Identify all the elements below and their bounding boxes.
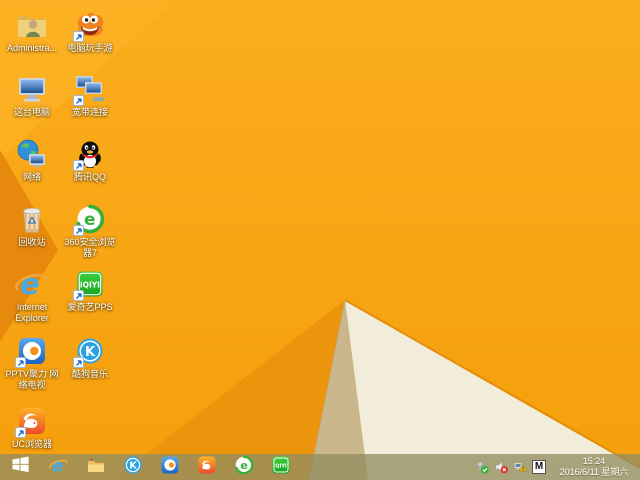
taskbar-uc-button[interactable] — [188, 454, 225, 480]
icon-label: PPTV聚力 网络电视 — [5, 369, 59, 390]
icon-label: 回收站 — [18, 237, 46, 247]
computer-icon — [15, 72, 49, 106]
user-folder-icon — [15, 8, 49, 42]
desktop-icon-administrator[interactable]: Administra... — [3, 8, 61, 54]
ime-mode-indicator[interactable]: M — [532, 460, 546, 474]
icon-label: 网络 — [22, 172, 41, 182]
taskbar-kugou-button[interactable]: K — [114, 454, 151, 480]
svg-text:e: e — [84, 210, 96, 230]
safely-remove-hardware-icon[interactable] — [475, 460, 489, 474]
windows-logo-icon — [11, 455, 30, 479]
system-tray: M 15:24 2016/6/11 星期六 — [475, 456, 640, 478]
icon-label: 这台电脑 — [13, 107, 50, 117]
desktop-icon-pptv[interactable]: PPTV聚力 网络电视 — [3, 334, 61, 391]
pptv-icon — [160, 455, 180, 480]
clock-date: 2016/6/11 星期六 — [559, 467, 629, 477]
shortcut-arrow-icon — [73, 95, 84, 106]
iqiyi-icon: iQIYI — [73, 267, 107, 301]
kugou-icon: K — [73, 334, 107, 368]
taskbar-ie-button[interactable]: e — [40, 454, 77, 480]
icon-label: 酷狗音乐 — [71, 369, 108, 379]
desktop-icon-network[interactable]: 网络 — [3, 137, 61, 183]
volume-muted-icon[interactable] — [494, 460, 508, 474]
shortcut-arrow-icon — [73, 31, 84, 42]
desktop-icon-qq[interactable]: 腾讯QQ — [61, 137, 119, 183]
start-button[interactable] — [0, 454, 40, 480]
desktop-screen: Administra... 这台电脑 网络 回收站 e Internet Exp… — [0, 0, 640, 480]
network-globe-icon — [15, 137, 49, 171]
desktop-icon-this-pc[interactable]: 这台电脑 — [3, 72, 61, 118]
desktop-icon-recycle-bin[interactable]: 回收站 — [3, 202, 61, 248]
clock-time: 15:24 — [582, 456, 606, 466]
shortcut-arrow-icon — [15, 357, 26, 368]
taskbar: e K e QIYI M 15:24 2016/6/11 星期六 — [0, 454, 640, 480]
icon-label: UC浏览器 — [12, 439, 52, 449]
icon-label: 360安全浏览器7 — [64, 237, 116, 258]
shortcut-arrow-icon — [15, 427, 26, 438]
svg-text:QIYI: QIYI — [275, 463, 287, 469]
pptv-icon — [15, 334, 49, 368]
taskbar-file-explorer-button[interactable] — [77, 454, 114, 480]
svg-text:e: e — [20, 267, 40, 301]
kugou-icon: K — [123, 455, 143, 480]
shortcut-arrow-icon — [73, 290, 84, 301]
svg-text:iQIYI: iQIYI — [80, 280, 100, 289]
svg-text:K: K — [129, 460, 137, 471]
broadband-connection-icon — [73, 72, 107, 106]
taskbar-360-button[interactable]: e — [225, 454, 262, 480]
icon-label: Internet Explorer — [15, 302, 49, 323]
shortcut-arrow-icon — [73, 160, 84, 171]
icon-label: 爱奇艺PPS — [67, 302, 113, 312]
game-monster-icon — [73, 8, 107, 42]
desktop-icon-uc-browser[interactable]: UC浏览器 — [3, 404, 61, 450]
desktop-icon-pc-games[interactable]: 电脑玩手游 — [61, 8, 119, 54]
desktop-icon-broadband[interactable]: 宽带连接 — [61, 72, 119, 118]
icon-label: Administra... — [6, 43, 57, 53]
network-warning-icon[interactable] — [513, 460, 527, 474]
qq-penguin-icon — [73, 137, 107, 171]
360-browser-icon: e — [73, 202, 107, 236]
icon-label: 宽带连接 — [71, 107, 108, 117]
uc-browser-icon — [15, 404, 49, 438]
360-browser-icon: e — [234, 455, 254, 480]
desktop-icon-internet-explorer[interactable]: e Internet Explorer — [3, 267, 61, 324]
ie-icon: e — [48, 455, 69, 480]
iqiyi-icon: QIYI — [271, 455, 291, 480]
taskbar-pptv-button[interactable] — [151, 454, 188, 480]
desktop-icon-iqiyi[interactable]: iQIYI 爱奇艺PPS — [61, 267, 119, 313]
shortcut-arrow-icon — [73, 357, 84, 368]
ie-icon: e — [15, 267, 49, 301]
uc-browser-icon — [197, 455, 217, 480]
taskbar-clock[interactable]: 15:24 2016/6/11 星期六 — [551, 456, 633, 478]
taskbar-iqiyi-button[interactable]: QIYI — [262, 454, 299, 480]
svg-text:e: e — [52, 456, 64, 475]
svg-text:e: e — [240, 459, 247, 472]
icon-label: 电脑玩手游 — [67, 43, 113, 53]
desktop-icon-360-browser[interactable]: e 360安全浏览器7 — [61, 202, 119, 259]
recycle-bin-icon — [15, 202, 49, 236]
shortcut-arrow-icon — [73, 225, 84, 236]
svg-text:K: K — [85, 345, 96, 360]
icon-label: 腾讯QQ — [73, 172, 106, 182]
desktop-icon-kugou[interactable]: K 酷狗音乐 — [61, 334, 119, 380]
file-explorer-icon — [86, 455, 106, 480]
